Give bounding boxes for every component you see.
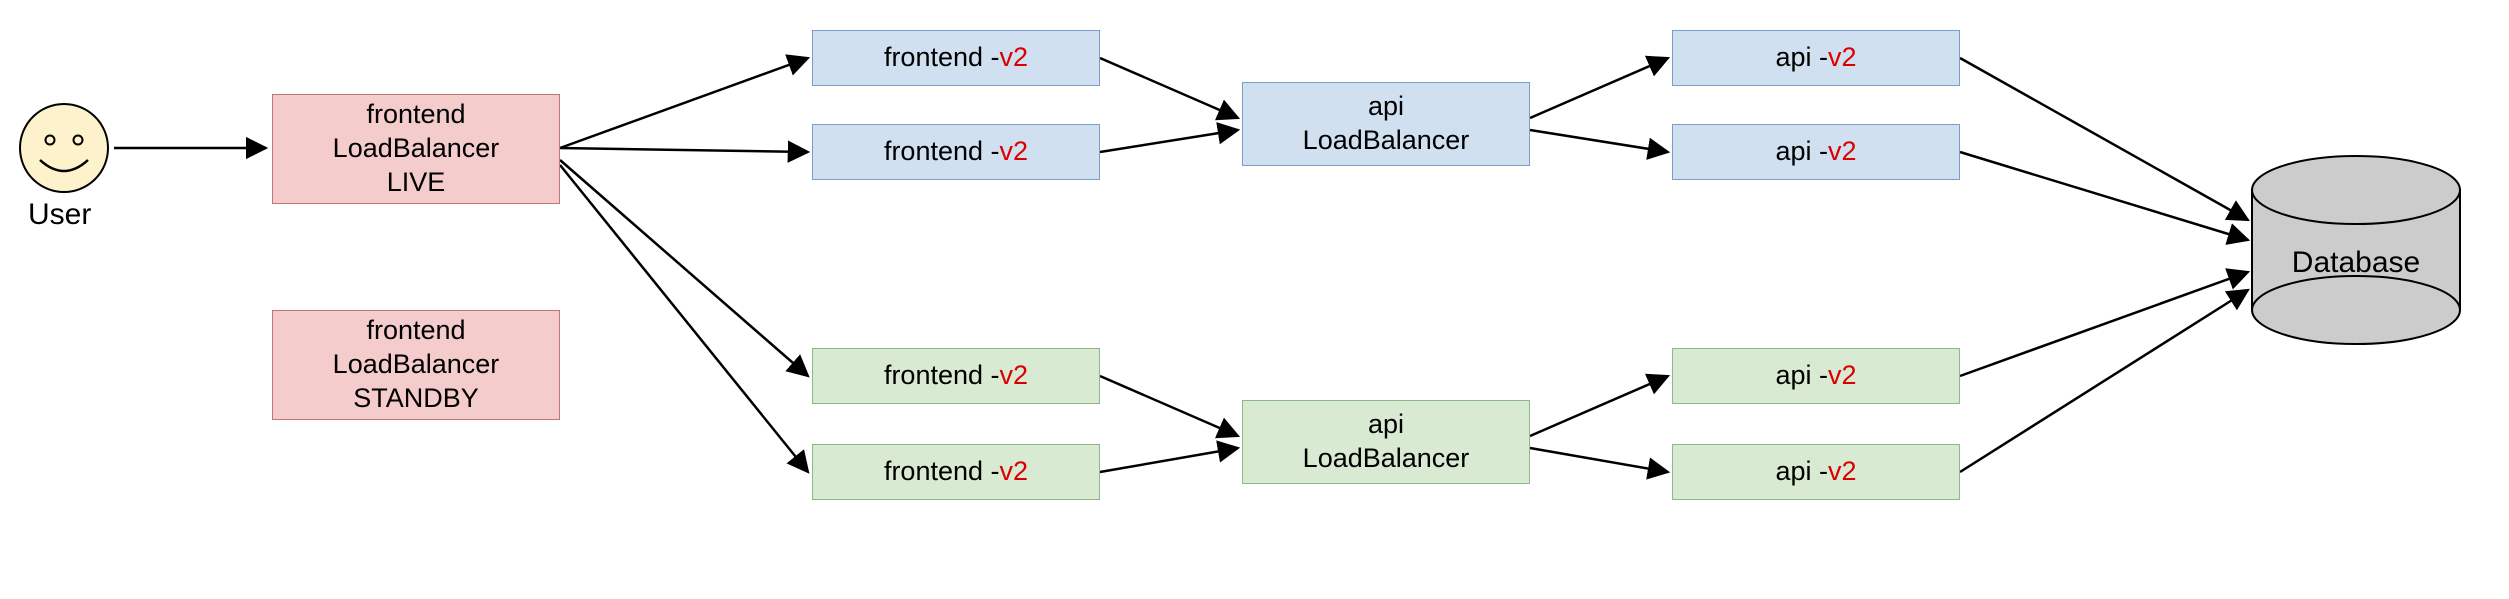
frontend-green-2-label: frontend - bbox=[884, 455, 1000, 489]
frontend-blue-2: frontend - v2 bbox=[812, 124, 1100, 180]
frontend-green-1-label: frontend - bbox=[884, 359, 1000, 393]
api-lb-blue: api LoadBalancer bbox=[1242, 82, 1530, 166]
api-blue-1-version: v2 bbox=[1828, 41, 1857, 75]
api-lb-green-line1: api bbox=[1368, 408, 1404, 442]
api-green-2: api - v2 bbox=[1672, 444, 1960, 500]
user-icon bbox=[20, 104, 108, 192]
api-lb-blue-line2: LoadBalancer bbox=[1303, 124, 1470, 158]
frontend-green-2: frontend - v2 bbox=[812, 444, 1100, 500]
api-lb-green-line2: LoadBalancer bbox=[1303, 442, 1470, 476]
lb-standby-line1: frontend bbox=[366, 314, 465, 348]
lb-standby-line3: STANDBY bbox=[353, 382, 479, 416]
frontend-blue-1-version: v2 bbox=[1000, 41, 1029, 75]
frontend-green-2-version: v2 bbox=[1000, 455, 1029, 489]
api-green-2-label: api - bbox=[1775, 455, 1828, 489]
api-blue-1: api - v2 bbox=[1672, 30, 1960, 86]
lb-live-line3: LIVE bbox=[387, 166, 446, 200]
frontend-blue-2-label: frontend - bbox=[884, 135, 1000, 169]
frontend-green-1: frontend - v2 bbox=[812, 348, 1100, 404]
api-lb-green: api LoadBalancer bbox=[1242, 400, 1530, 484]
frontend-blue-1: frontend - v2 bbox=[812, 30, 1100, 86]
user-label: User bbox=[28, 198, 91, 232]
api-green-1-version: v2 bbox=[1828, 359, 1857, 393]
frontend-blue-1-label: frontend - bbox=[884, 41, 1000, 75]
lb-live-line2: LoadBalancer bbox=[333, 132, 500, 166]
lb-standby-line2: LoadBalancer bbox=[333, 348, 500, 382]
api-blue-2: api - v2 bbox=[1672, 124, 1960, 180]
database-label: Database bbox=[2256, 246, 2456, 280]
api-blue-2-label: api - bbox=[1775, 135, 1828, 169]
frontend-blue-2-version: v2 bbox=[1000, 135, 1029, 169]
frontend-green-1-version: v2 bbox=[1000, 359, 1029, 393]
api-blue-1-label: api - bbox=[1775, 41, 1828, 75]
api-green-1: api - v2 bbox=[1672, 348, 1960, 404]
diagram-stage: User frontend LoadBalancer LIVE frontend… bbox=[0, 0, 2509, 599]
api-blue-2-version: v2 bbox=[1828, 135, 1857, 169]
api-green-1-label: api - bbox=[1775, 359, 1828, 393]
frontend-lb-standby: frontend LoadBalancer STANDBY bbox=[272, 310, 560, 420]
frontend-lb-live: frontend LoadBalancer LIVE bbox=[272, 94, 560, 204]
api-green-2-version: v2 bbox=[1828, 455, 1857, 489]
lb-live-line1: frontend bbox=[366, 98, 465, 132]
api-lb-blue-line1: api bbox=[1368, 90, 1404, 124]
